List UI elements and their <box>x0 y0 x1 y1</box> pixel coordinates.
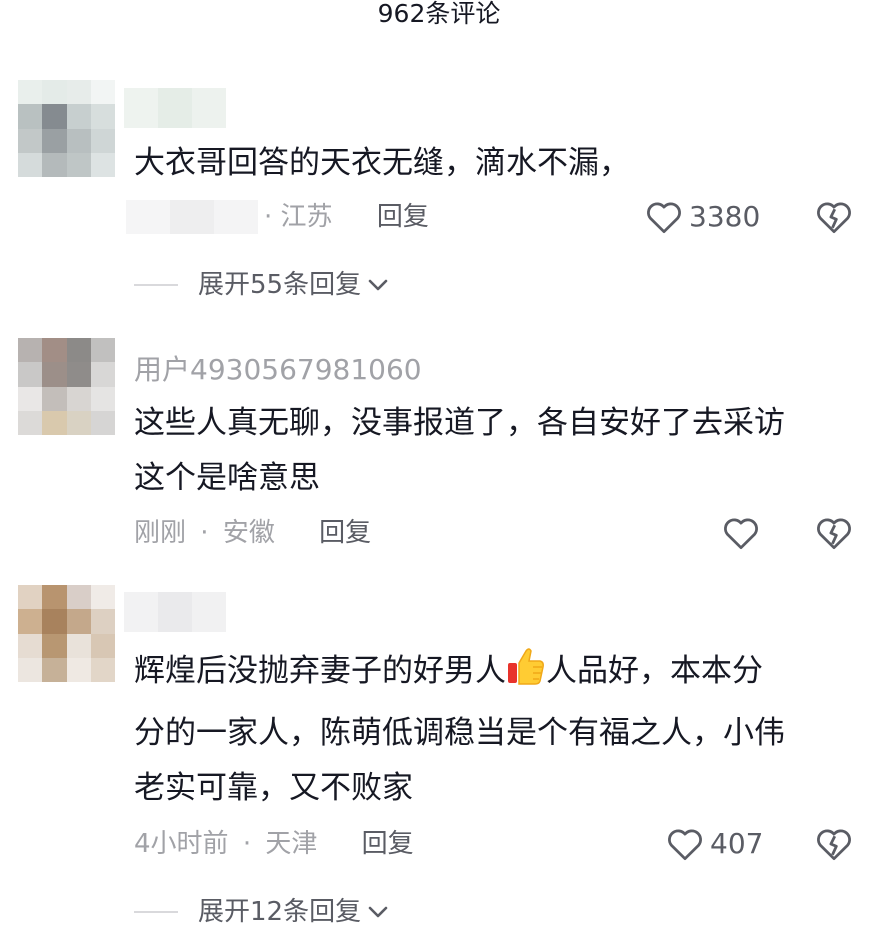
heart-icon <box>647 202 681 234</box>
expand-replies-button[interactable]: 展开55条回复 <box>134 268 389 302</box>
comment-text: 大衣哥回答的天衣无缝，滴水不漏， <box>134 145 630 181</box>
comment-text-line-2: 这个是啥意思 <box>134 460 320 496</box>
reply-button[interactable]: 回复 <box>377 202 429 232</box>
divider-line <box>134 284 178 286</box>
heart-broken-icon <box>817 202 851 234</box>
dislike-button[interactable] <box>815 200 853 234</box>
chevron-down-icon <box>368 279 388 291</box>
comment-text-line-3: 老实可靠，又不败家 <box>134 770 413 806</box>
like-button[interactable] <box>722 516 760 550</box>
heart-icon <box>668 829 702 861</box>
dislike-button[interactable] <box>815 827 853 861</box>
comment-meta: 刚刚 · 安徽 回复 <box>134 516 371 550</box>
separator: · <box>242 829 252 859</box>
location: 天津 <box>265 829 318 859</box>
comment-text-line-1: 这些人真无聊，没事报道了，各自安好了去采访 <box>134 405 785 441</box>
comments-count-title: 962条评论 <box>377 0 501 28</box>
location: 江苏 <box>280 202 333 232</box>
dislike-button[interactable] <box>815 516 853 550</box>
heart-broken-icon <box>817 518 851 550</box>
separator: · <box>264 202 273 232</box>
like-button[interactable]: 407 <box>666 827 763 861</box>
chevron-down-icon <box>368 906 388 918</box>
expand-replies-label: 展开55条回复 <box>198 270 362 300</box>
like-button[interactable]: 3380 <box>645 200 760 234</box>
reply-button[interactable]: 回复 <box>362 829 414 859</box>
username-blurred[interactable] <box>124 592 226 632</box>
avatar[interactable] <box>18 585 115 682</box>
thumbs-up-emoji-icon <box>506 645 546 689</box>
comment-text-line-1: 辉煌后没抛弃妻子的好男人 人品好，本本分 <box>134 644 864 699</box>
avatar[interactable] <box>18 80 115 177</box>
username[interactable]: 用户4930567981060 <box>134 352 422 388</box>
time: 刚刚 <box>134 518 187 548</box>
comment-text-line-2: 分的一家人，陈萌低调稳当是个有福之人，小伟 <box>134 715 785 751</box>
divider-line <box>134 911 178 913</box>
heart-icon <box>724 518 758 550</box>
avatar[interactable] <box>18 338 115 435</box>
comment-meta: 4小时前 · 天津 回复 <box>134 827 414 861</box>
like-count: 3380 <box>689 200 761 233</box>
reply-button[interactable]: 回复 <box>319 518 371 548</box>
comment-meta: · 江苏 回复 <box>264 200 429 234</box>
time-blurred <box>126 200 258 234</box>
separator: · <box>200 518 209 548</box>
expand-replies-button[interactable]: 展开12条回复 <box>134 895 389 929</box>
location: 安徽 <box>222 518 275 548</box>
time: 4小时前 <box>134 829 229 859</box>
like-count: 407 <box>710 827 764 860</box>
expand-replies-label: 展开12条回复 <box>198 897 362 927</box>
username-blurred[interactable] <box>124 88 226 128</box>
heart-broken-icon <box>817 829 851 861</box>
